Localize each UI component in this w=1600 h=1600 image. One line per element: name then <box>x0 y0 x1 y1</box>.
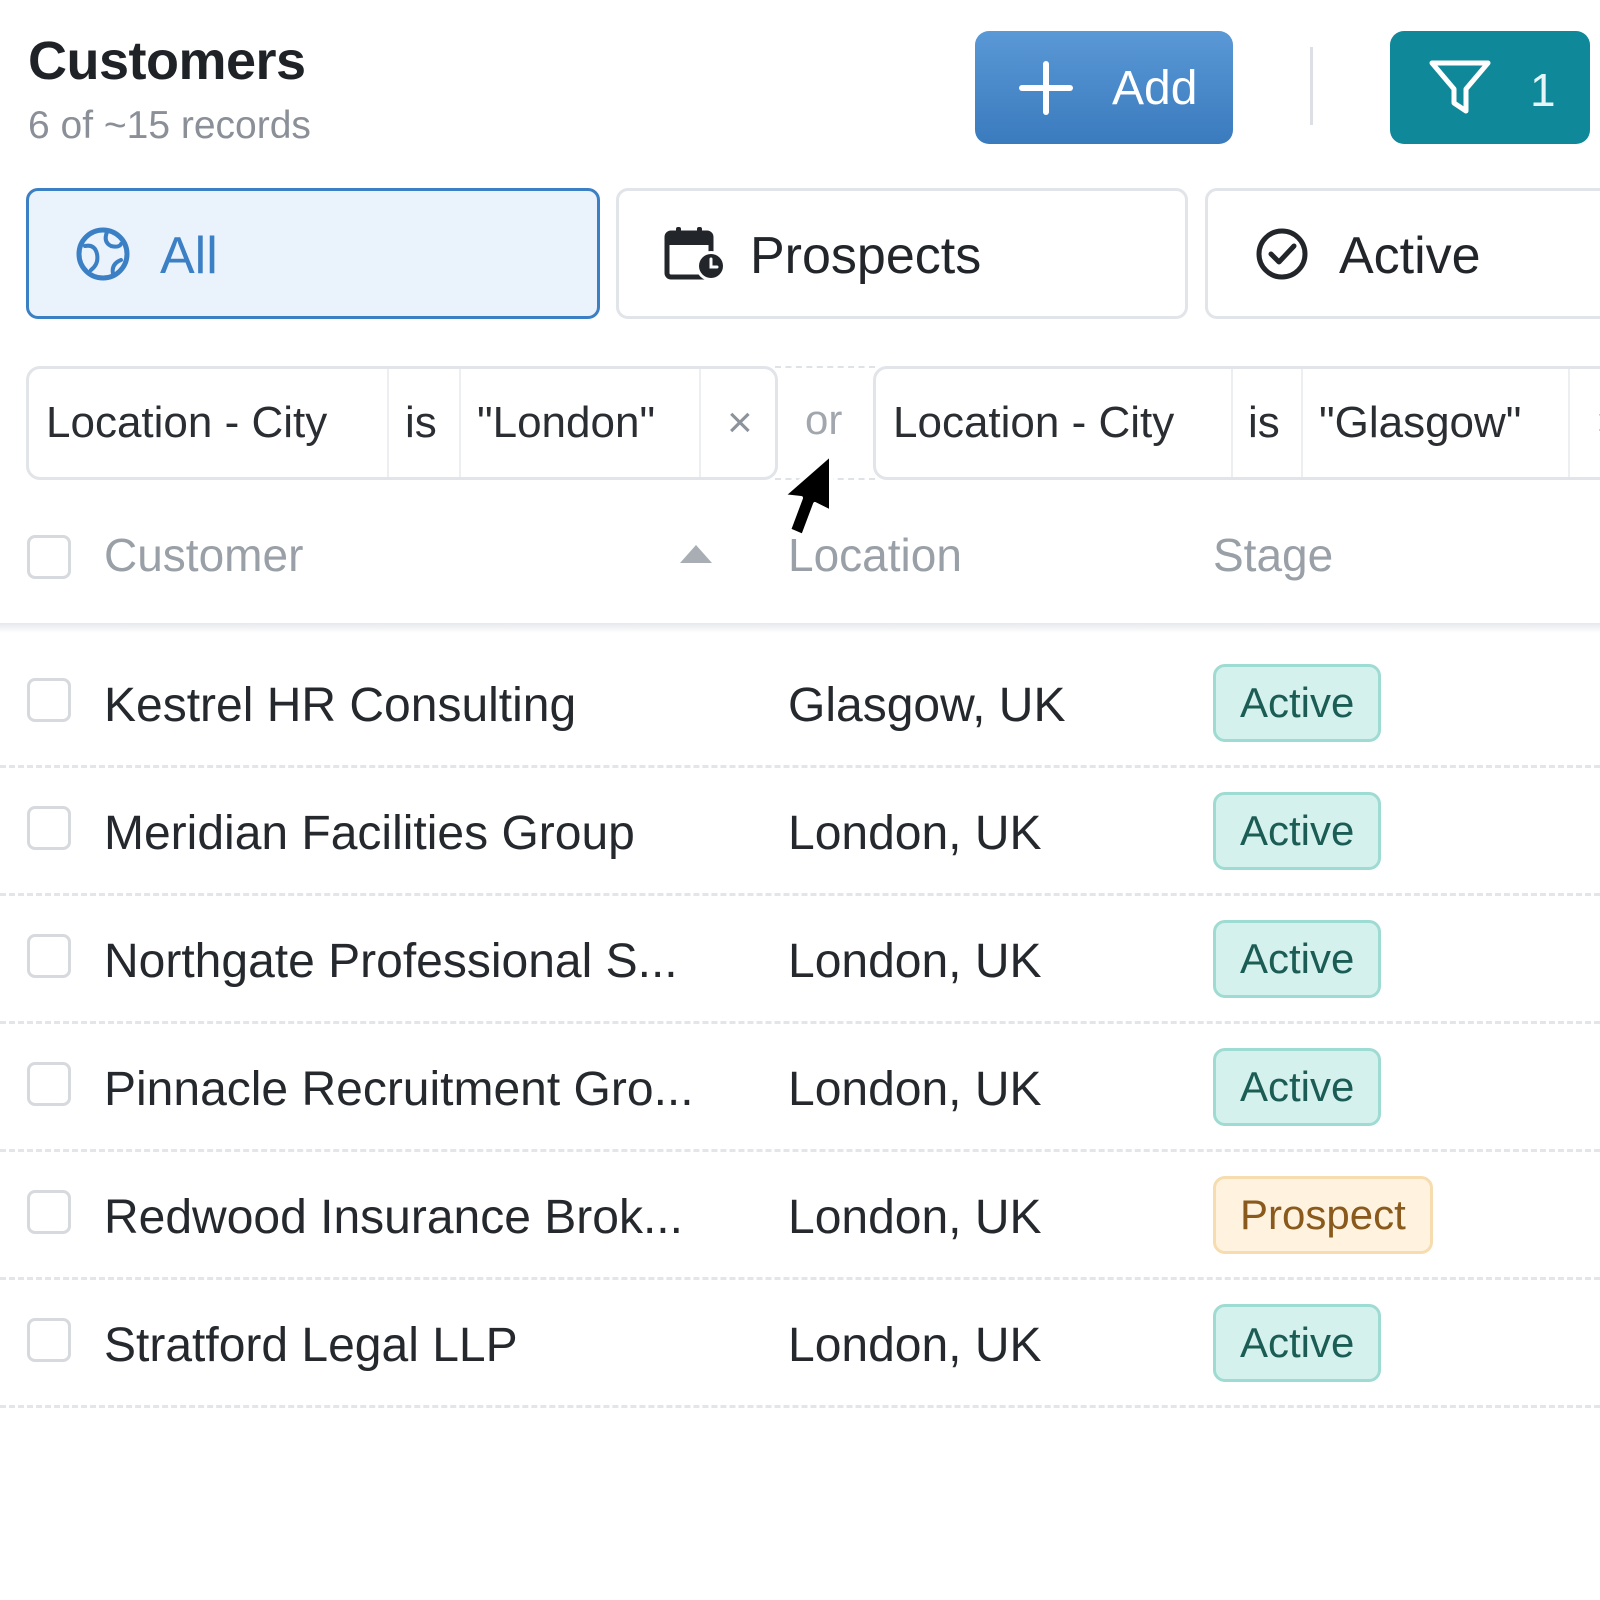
row-checkbox[interactable] <box>27 1062 71 1106</box>
column-header-customer[interactable]: Customer <box>104 528 303 582</box>
tab-prospects-label: Prospects <box>750 227 982 285</box>
filter-value[interactable]: "Glasgow" <box>1319 369 1521 477</box>
table-row[interactable]: Redwood Insurance Brok... London, UK Pro… <box>0 1152 1600 1280</box>
customer-name: Redwood Insurance Brok... <box>104 1191 683 1244</box>
filter-value[interactable]: "London" <box>477 369 655 477</box>
customer-location: London, UK <box>788 1191 1042 1244</box>
tab-all[interactable]: All <box>26 188 600 319</box>
row-checkbox[interactable] <box>27 1190 71 1234</box>
page-title: Customers <box>28 31 306 91</box>
filter-field[interactable]: Location - City <box>893 369 1174 477</box>
filter-operator[interactable]: is <box>1248 369 1280 477</box>
stage-badge: Active <box>1213 792 1382 870</box>
calendar-clock-icon <box>664 227 726 281</box>
plus-icon <box>1019 61 1073 115</box>
row-checkbox[interactable] <box>27 1318 71 1362</box>
globe-icon <box>76 227 130 281</box>
filter-button[interactable]: 1 <box>1390 31 1590 144</box>
table-row[interactable]: Meridian Facilities Group London, UK Act… <box>0 768 1600 896</box>
remove-filter-icon[interactable]: × <box>1596 369 1600 477</box>
check-circle-icon <box>1256 228 1308 280</box>
add-button[interactable]: Add <box>975 31 1233 144</box>
customer-location: London, UK <box>788 1063 1042 1116</box>
customer-name: Pinnacle Recruitment Gro... <box>104 1063 694 1116</box>
stage-badge: Active <box>1213 1048 1382 1126</box>
customer-name: Stratford Legal LLP <box>104 1319 518 1372</box>
remove-filter-icon[interactable]: × <box>727 369 753 477</box>
stage-badge: Active <box>1213 664 1382 742</box>
record-count: 6 of ~15 records <box>28 104 311 147</box>
tab-all-label: All <box>160 227 218 285</box>
header-divider <box>0 623 1600 633</box>
row-checkbox[interactable] <box>27 806 71 850</box>
stage-badge: Prospect <box>1213 1176 1433 1254</box>
customer-location: London, UK <box>788 935 1042 988</box>
sort-ascending-icon[interactable] <box>680 545 712 563</box>
tab-active[interactable]: Active <box>1205 188 1600 319</box>
tab-active-label: Active <box>1339 227 1481 285</box>
mouse-pointer-icon <box>781 452 833 538</box>
customer-location: Glasgow, UK <box>788 679 1066 732</box>
add-button-label: Add <box>1112 62 1198 115</box>
row-checkbox[interactable] <box>27 934 71 978</box>
filter-operator[interactable]: is <box>405 369 437 477</box>
filter-count: 1 <box>1530 64 1556 116</box>
filter-chip-london[interactable]: Location - City is "London" × <box>26 366 778 480</box>
column-header-stage[interactable]: Stage <box>1213 528 1333 582</box>
table-row[interactable]: Stratford Legal LLP London, UK Active <box>0 1280 1600 1408</box>
table-row[interactable]: Northgate Professional S... London, UK A… <box>0 896 1600 1024</box>
stage-badge: Active <box>1213 1304 1382 1382</box>
table-row[interactable]: Kestrel HR Consulting Glasgow, UK Active <box>0 640 1600 768</box>
select-all-checkbox[interactable] <box>27 535 71 579</box>
customer-name: Meridian Facilities Group <box>104 807 635 860</box>
stage-badge: Active <box>1213 920 1382 998</box>
customer-name: Northgate Professional S... <box>104 935 678 988</box>
row-checkbox[interactable] <box>27 678 71 722</box>
customer-name: Kestrel HR Consulting <box>104 679 577 732</box>
customer-location: London, UK <box>788 1319 1042 1372</box>
filter-chip-glasgow[interactable]: Location - City is "Glasgow" × <box>873 366 1600 480</box>
filter-field[interactable]: Location - City <box>46 369 327 477</box>
filter-icon <box>1429 60 1491 114</box>
toolbar-divider <box>1310 47 1313 125</box>
table-row[interactable]: Pinnacle Recruitment Gro... London, UK A… <box>0 1024 1600 1152</box>
filter-conjunction[interactable]: or <box>805 396 842 444</box>
customer-location: London, UK <box>788 807 1042 860</box>
tab-prospects[interactable]: Prospects <box>616 188 1188 319</box>
